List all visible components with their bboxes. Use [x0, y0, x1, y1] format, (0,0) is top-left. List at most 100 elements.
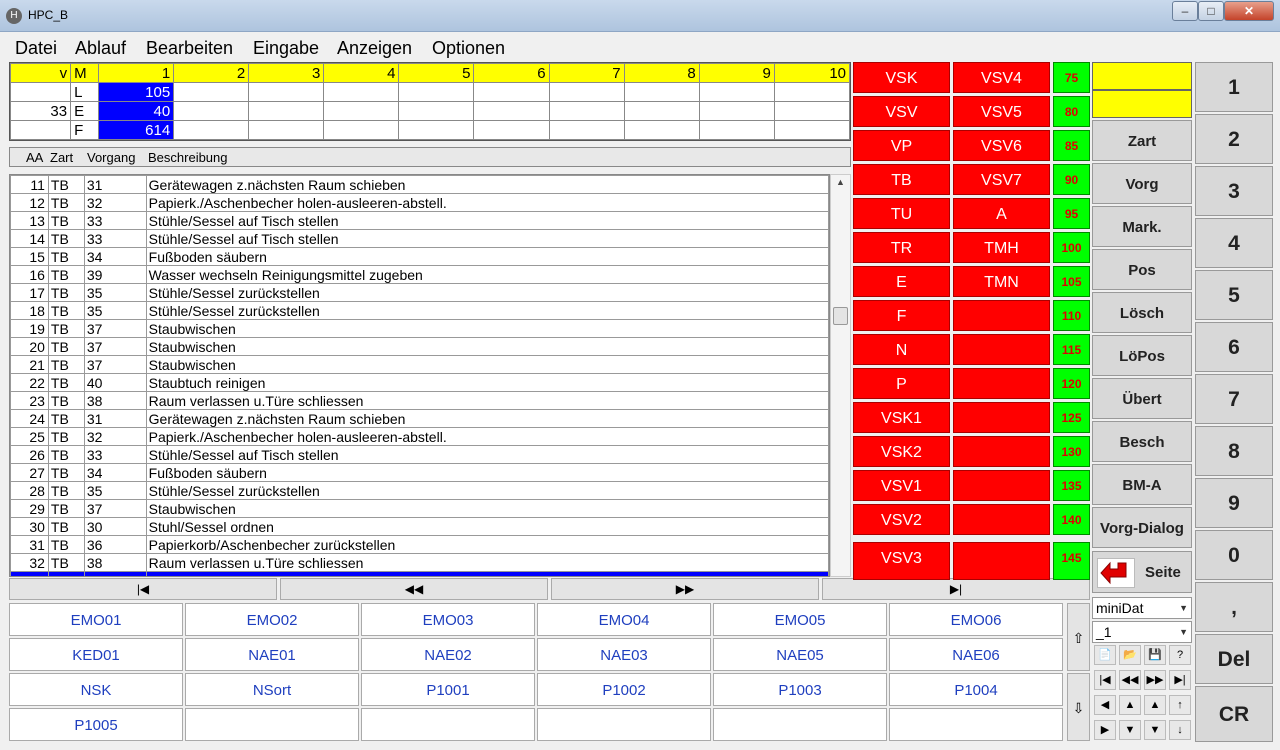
tool-icon[interactable]: 💾	[1144, 645, 1166, 665]
numpad-key[interactable]: 9	[1195, 478, 1273, 528]
value-button[interactable]: 145	[1053, 542, 1090, 580]
tool-icon[interactable]: |◀	[1094, 670, 1116, 690]
tool-icon[interactable]: ▶|	[1169, 670, 1191, 690]
grid-cell[interactable]	[623, 82, 700, 102]
database-select[interactable]: miniDat ▼	[1092, 597, 1192, 619]
object-cell[interactable]: NSort	[185, 673, 359, 706]
table-row[interactable]: 33TB31Gerätewagen z.nächsten Raum schieb…	[10, 571, 829, 576]
value-button[interactable]: 125	[1053, 402, 1090, 433]
code-button[interactable]: VSK2	[853, 436, 950, 467]
grid-cell[interactable]	[9, 120, 72, 140]
code-button[interactable]	[953, 436, 1050, 467]
function-button[interactable]: Vorg	[1092, 163, 1192, 204]
code-button[interactable]: VP	[853, 130, 950, 161]
object-cell[interactable]: NAE02	[361, 638, 535, 671]
table-row[interactable]: 13 TB 33 Stühle/Sessel auf Tisch stellen	[10, 211, 829, 230]
value-button[interactable]: 90	[1053, 164, 1090, 195]
numpad-key[interactable]: 0	[1195, 530, 1273, 580]
grid-cell[interactable]	[698, 120, 775, 140]
table-row[interactable]: 24 TB 31 Gerätewagen z.nächsten Raum schieb…	[10, 409, 829, 428]
table-row[interactable]: 20 TB 37 Staubwischen	[10, 337, 829, 356]
function-button[interactable]: Besch	[1092, 421, 1192, 462]
table-row[interactable]: 19 TB 37 Staubwischen	[10, 319, 829, 338]
table-row[interactable]: 16 TB 39 Wasser wechseln Reinigungsmittel z…	[10, 265, 829, 284]
grid-cell[interactable]	[698, 82, 775, 102]
tool-icon[interactable]: ▼	[1144, 720, 1166, 740]
col-header-beschreibung[interactable]: Beschreibung	[148, 150, 228, 165]
code-button[interactable]	[953, 504, 1050, 535]
grid-cell[interactable]	[623, 101, 700, 121]
menu-bearbeiten[interactable]: Bearbeiten	[146, 38, 233, 59]
grid-cell[interactable]	[323, 101, 400, 121]
tool-icon[interactable]: 📄	[1094, 645, 1116, 665]
minimize-button[interactable]: –	[1172, 1, 1198, 21]
object-cell[interactable]: NSK	[9, 673, 183, 706]
nav-first-button[interactable]: |◀	[9, 578, 277, 600]
grid-cell[interactable]: 40	[98, 101, 175, 121]
value-button[interactable]: 100	[1053, 232, 1090, 263]
numpad-key[interactable]: 7	[1195, 374, 1273, 424]
value-button[interactable]: 75	[1053, 62, 1090, 93]
numpad-key[interactable]: 8	[1195, 426, 1273, 476]
grid-cell[interactable]	[548, 120, 625, 140]
object-cell[interactable]	[889, 708, 1063, 741]
object-cell[interactable]: P1004	[889, 673, 1063, 706]
table-row[interactable]: 14 TB 33 Stühle/Sessel auf Tisch stellen	[10, 229, 829, 248]
object-cell[interactable]: NAE01	[185, 638, 359, 671]
numpad-key[interactable]: 6	[1195, 322, 1273, 372]
grid-cell[interactable]: 614	[98, 120, 175, 140]
table-row[interactable]: 23 TB 38 Raum verlassen u.Türe schliessen	[10, 391, 829, 410]
grid-cell[interactable]	[773, 82, 851, 102]
grid-cell[interactable]	[323, 82, 400, 102]
grid-scroll-down-button[interactable]: ⇩	[1067, 673, 1090, 741]
function-button[interactable]: Pos	[1092, 249, 1192, 290]
grid-cell[interactable]: F	[70, 120, 100, 140]
grid-cell[interactable]	[473, 120, 550, 140]
code-button[interactable]: VSV3	[853, 542, 950, 580]
code-button[interactable]: VSK	[853, 62, 950, 93]
scroll-thumb[interactable]	[833, 307, 848, 325]
code-button[interactable]: F	[853, 300, 950, 331]
numpad-key[interactable]: 1	[1195, 62, 1273, 112]
object-cell[interactable]: P1002	[537, 673, 711, 706]
numpad-key[interactable]: CR	[1195, 686, 1273, 742]
grid-cell[interactable]	[248, 82, 325, 102]
tool-icon[interactable]: ▲	[1119, 695, 1141, 715]
scroll-up-icon[interactable]: ▲	[833, 177, 848, 191]
tool-icon[interactable]: ▶	[1094, 720, 1116, 740]
tool-icon[interactable]: ↓	[1169, 720, 1191, 740]
value-button[interactable]: 140	[1053, 504, 1090, 535]
nav-prev-button[interactable]: ◀◀	[280, 578, 548, 600]
object-cell[interactable]	[713, 708, 887, 741]
object-cell[interactable]: KED01	[9, 638, 183, 671]
numpad-key[interactable]: ,	[1195, 582, 1273, 632]
table-row[interactable]: 29 TB 37 Staubwischen	[10, 499, 829, 518]
object-cell[interactable]: EMO05	[713, 603, 887, 636]
numpad-key[interactable]: 2	[1195, 114, 1273, 164]
task-list[interactable]: 11 TB 31 Gerätewagen z.nächsten Raum schieb…	[9, 174, 830, 577]
code-button[interactable]: TB	[853, 164, 950, 195]
grid-cell[interactable]	[398, 101, 475, 121]
grid-cell[interactable]	[773, 101, 851, 121]
function-button[interactable]: Mark.	[1092, 206, 1192, 247]
code-button[interactable]: N	[853, 334, 950, 365]
code-button[interactable]: VSV7	[953, 164, 1050, 195]
table-row[interactable]: 26 TB 33 Stühle/Sessel auf Tisch stellen	[10, 445, 829, 464]
numpad-key[interactable]: 3	[1195, 166, 1273, 216]
grid-cell[interactable]: 105	[98, 82, 175, 102]
grid-cell[interactable]	[473, 82, 550, 102]
code-button[interactable]: E	[853, 266, 950, 297]
grid-cell[interactable]	[698, 101, 775, 121]
grid-cell[interactable]	[773, 120, 851, 140]
grid-cell[interactable]	[548, 82, 625, 102]
code-button[interactable]: P	[853, 368, 950, 399]
code-button[interactable]	[953, 368, 1050, 399]
grid-cell[interactable]	[248, 101, 325, 121]
grid-cell[interactable]	[9, 82, 72, 102]
grid-cell[interactable]	[248, 120, 325, 140]
tool-icon[interactable]: ▲	[1144, 695, 1166, 715]
object-cell[interactable]: NAE05	[713, 638, 887, 671]
tool-icon[interactable]: ?	[1169, 645, 1191, 665]
object-cell[interactable]: EMO01	[9, 603, 183, 636]
function-button[interactable]: Lösch	[1092, 292, 1192, 333]
